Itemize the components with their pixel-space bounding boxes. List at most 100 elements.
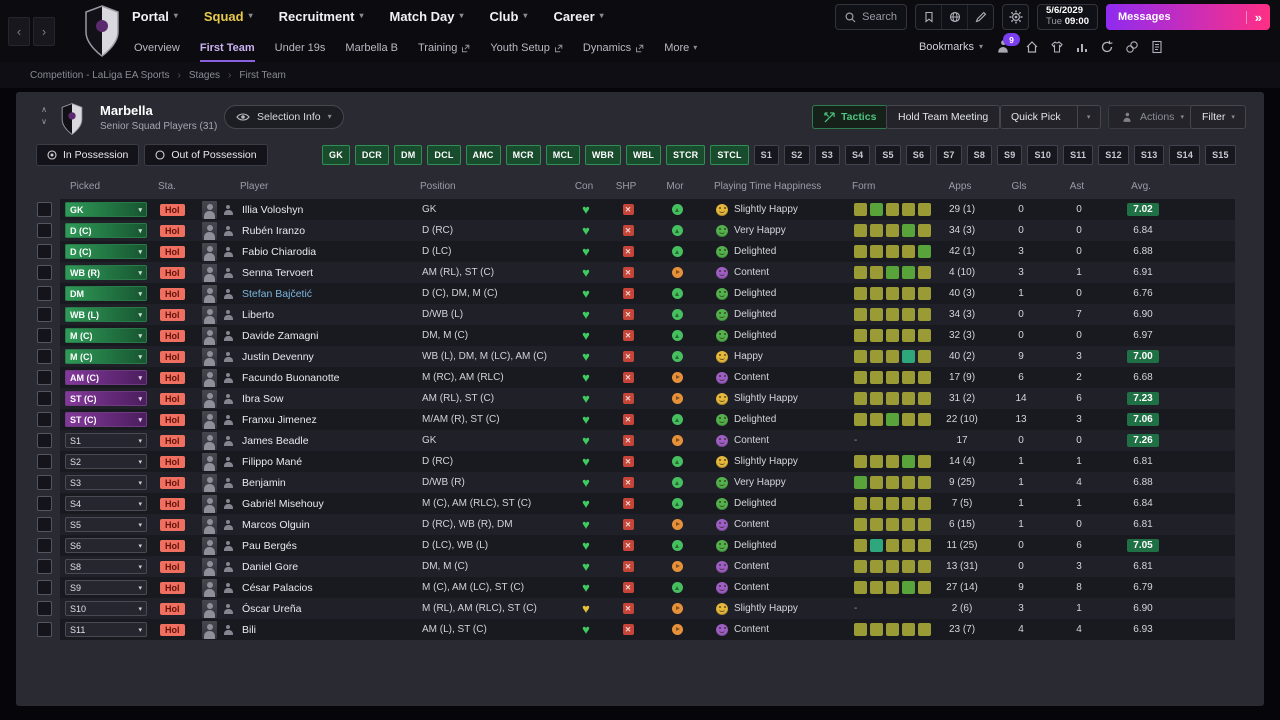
picked-position-dropdown[interactable]: M (C) ▾ [65, 349, 147, 364]
player-name[interactable]: Fabio Chiarodia [242, 246, 316, 258]
picked-position-dropdown[interactable]: S5 ▾ [65, 517, 147, 532]
player-profile-icon[interactable] [222, 582, 234, 594]
filter-pos-amc[interactable]: AMC [465, 145, 501, 165]
collapse-down-icon[interactable]: ∨ [38, 117, 50, 127]
player-profile-icon[interactable] [222, 540, 234, 552]
player-profile-icon[interactable] [222, 519, 234, 531]
filter-slot-s3[interactable]: S3 [814, 145, 840, 165]
filter-pos-mcl[interactable]: MCL [545, 145, 580, 165]
player-profile-icon[interactable] [222, 435, 234, 447]
col-ast[interactable]: Ast [1048, 181, 1106, 192]
col-position[interactable]: Position [416, 181, 564, 192]
col-picked[interactable]: Picked [58, 181, 150, 192]
filter-slot-s14[interactable]: S14 [1169, 145, 1201, 165]
player-profile-icon[interactable] [222, 372, 234, 384]
document-icon[interactable] [1150, 40, 1164, 54]
table-row[interactable]: S8 ▾ Hol Daniel Gore DM, M (C) ♥ ✕ Conten… [16, 556, 1264, 577]
filter-pos-dcl[interactable]: DCL [427, 145, 461, 165]
table-row[interactable]: S6 ▾ Hol Pau Bergés D (LC), WB (L) ♥ ✕ De… [16, 535, 1264, 556]
row-checkbox[interactable] [37, 286, 52, 301]
player-name[interactable]: Filippo Mané [242, 456, 302, 468]
player-name[interactable]: Liberto [242, 309, 274, 321]
picked-position-dropdown[interactable]: S3 ▾ [65, 475, 147, 490]
picked-position-dropdown[interactable]: GK ▾ [65, 202, 147, 217]
player-profile-icon[interactable] [222, 393, 234, 405]
player-profile-icon[interactable] [222, 603, 234, 615]
row-checkbox[interactable] [37, 496, 52, 511]
table-row[interactable]: S3 ▾ Hol Benjamin D/WB (R) ♥ ✕ Very Happy… [16, 472, 1264, 493]
player-name[interactable]: Stefan Bajčetić [242, 288, 312, 300]
table-row[interactable]: GK ▾ Hol Illia Voloshyn GK ♥ ✕ Slightly H… [16, 199, 1264, 220]
table-row[interactable]: ST (C) ▾ Hol Franxu Jimenez M/AM (R), ST … [16, 409, 1264, 430]
filter-pos-mcr[interactable]: MCR [505, 145, 541, 165]
filter-slot-s11[interactable]: S11 [1063, 145, 1094, 165]
player-profile-icon[interactable] [222, 561, 234, 573]
stats-icon[interactable] [1075, 40, 1089, 54]
filter-slot-s4[interactable]: S4 [844, 145, 871, 165]
col-con[interactable]: Con [564, 181, 604, 192]
picked-position-dropdown[interactable]: WB (R) ▾ [65, 265, 147, 280]
row-checkbox[interactable] [37, 307, 52, 322]
player-name[interactable]: Senna Tervoert [242, 267, 313, 279]
actions-dropdown[interactable]: Actions ▾ [1108, 105, 1196, 129]
menu-match-day[interactable]: Match Day ▾ [389, 9, 463, 24]
row-checkbox[interactable] [37, 559, 52, 574]
picked-position-dropdown[interactable]: S2 ▾ [65, 454, 147, 469]
tab-training[interactable]: Training [418, 32, 470, 62]
table-row[interactable]: M (C) ▾ Hol Justin Devenny WB (L), DM, M … [16, 346, 1264, 367]
table-row[interactable]: WB (L) ▾ Hol Liberto D/WB (L) ♥ ✕ Delight… [16, 304, 1264, 325]
row-checkbox[interactable] [37, 328, 52, 343]
filter-slot-s2[interactable]: S2 [784, 145, 810, 165]
col-avg[interactable]: Avg. [1106, 181, 1176, 192]
table-row[interactable]: WB (R) ▾ Hol Senna Tervoert AM (RL), ST (… [16, 262, 1264, 283]
player-profile-icon[interactable] [222, 351, 234, 363]
coins-icon[interactable] [1125, 40, 1139, 54]
player-name[interactable]: James Beadle [242, 435, 309, 447]
player-name[interactable]: Gabriël Misehouy [242, 498, 324, 510]
player-profile-icon[interactable] [222, 288, 234, 300]
filter-pos-dcr[interactable]: DCR [354, 145, 390, 165]
player-profile-icon[interactable] [222, 246, 234, 258]
messages-button[interactable]: Messages » [1106, 4, 1270, 30]
row-checkbox[interactable] [37, 349, 52, 364]
col-gls[interactable]: Gls [990, 181, 1048, 192]
row-checkbox[interactable] [37, 370, 52, 385]
menu-recruitment[interactable]: Recruitment ▾ [279, 9, 364, 24]
row-checkbox[interactable] [37, 601, 52, 616]
back-button[interactable]: ‹ [8, 17, 30, 46]
collapse-up-icon[interactable]: ∧ [38, 105, 50, 115]
filter-slot-s12[interactable]: S12 [1098, 145, 1129, 165]
filter-slot-s8[interactable]: S8 [966, 145, 993, 165]
filter-slot-s5[interactable]: S5 [875, 145, 901, 165]
row-checkbox[interactable] [37, 265, 52, 280]
filter-pos-wbl[interactable]: WBL [625, 145, 662, 165]
table-row[interactable]: ST (C) ▾ Hol Ibra Sow AM (RL), ST (C) ♥ ✕… [16, 388, 1264, 409]
filter-slot-s15[interactable]: S15 [1205, 145, 1236, 165]
jersey-icon[interactable] [1050, 40, 1064, 54]
table-row[interactable]: S9 ▾ Hol César Palacios M (C), AM (LC), S… [16, 577, 1264, 598]
picked-position-dropdown[interactable]: S8 ▾ [65, 559, 147, 574]
col-player[interactable]: Player [236, 181, 416, 192]
row-checkbox[interactable] [37, 244, 52, 259]
player-name[interactable]: Davide Zamagni [242, 330, 318, 342]
picked-position-dropdown[interactable]: D (C) ▾ [65, 244, 147, 259]
player-name[interactable]: Benjamin [242, 477, 286, 489]
player-name[interactable]: Franxu Jimenez [242, 414, 317, 426]
row-checkbox[interactable] [37, 475, 52, 490]
player-name[interactable]: Óscar Ureña [242, 603, 302, 615]
table-row[interactable]: S11 ▾ Hol Bili AM (L), ST (C) ♥ ✕ Content… [16, 619, 1264, 640]
player-profile-icon[interactable] [222, 267, 234, 279]
picked-position-dropdown[interactable]: S10 ▾ [65, 601, 147, 616]
filter-slot-s1[interactable]: S1 [753, 145, 780, 165]
settings-button[interactable] [1002, 4, 1030, 30]
player-profile-icon[interactable] [222, 624, 234, 636]
filter-pos-wbr[interactable]: WBR [584, 145, 621, 165]
player-name[interactable]: Ibra Sow [242, 393, 283, 405]
filter-pos-gk[interactable]: GK [322, 145, 350, 165]
player-name[interactable]: Daniel Gore [242, 561, 298, 573]
player-profile-icon[interactable] [222, 456, 234, 468]
player-profile-icon[interactable] [222, 477, 234, 489]
row-checkbox[interactable] [37, 412, 52, 427]
col-shp[interactable]: SHP [604, 181, 648, 192]
quick-pick-dropdown[interactable]: ▾ [1076, 106, 1100, 128]
